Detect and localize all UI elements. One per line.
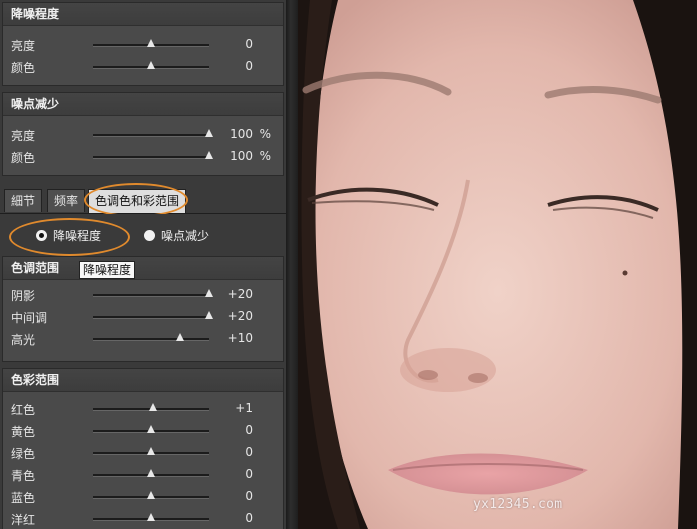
slider-label: 颜色: [11, 61, 36, 75]
slider-row-luminance: 亮度 100 %: [3, 123, 283, 145]
section-title: 降噪程度: [3, 3, 283, 26]
watermark-text: yx12345.com: [473, 497, 563, 512]
slider-value: +10: [227, 331, 253, 345]
slider-row-luminance: 亮度 0: [3, 33, 283, 55]
slider-row-red: 红色 +1: [3, 397, 283, 419]
slider-value: 0: [245, 489, 253, 503]
section-color-range: 色彩范围 红色 +1 黄色 0 绿色 0 青色 0 蓝色 0 洋红 0: [2, 368, 284, 529]
slider-value: 0: [245, 467, 253, 481]
slider-track[interactable]: [93, 333, 209, 341]
slider-row-blue: 蓝色 0: [3, 485, 283, 507]
slider-thumb[interactable]: [147, 425, 155, 433]
slider-unit: %: [259, 149, 271, 163]
section-noise-reduce: 噪点减少 亮度 100 % 颜色 100 %: [2, 92, 284, 176]
noise-reduction-panel: 降噪程度 亮度 0 颜色 0 噪点减少 亮度 100 % 颜色 100 % 細节…: [0, 0, 286, 529]
section-title: 色调范围: [3, 257, 283, 280]
slider-value: 100: [230, 149, 253, 163]
slider-label: 亮度: [11, 129, 36, 143]
tab-frequency[interactable]: 频率: [47, 189, 86, 212]
radio-unselected-icon: [144, 230, 155, 241]
slider-row-magenta: 洋红 0: [3, 507, 283, 529]
tooltip: 降噪程度: [79, 261, 136, 279]
slider-thumb[interactable]: [147, 513, 155, 521]
slider-track[interactable]: [93, 129, 213, 137]
slider-row-color: 颜色 0: [3, 55, 283, 77]
tab-detail[interactable]: 細节: [4, 189, 43, 212]
mode-selector: 降噪程度 噪点减少: [0, 214, 286, 254]
slider-value: 0: [245, 445, 253, 459]
slider-label: 红色: [11, 403, 36, 417]
slider-row-color: 颜色 100 %: [3, 145, 283, 167]
slider-thumb[interactable]: [147, 447, 155, 455]
radio-label: 噪点减少: [161, 229, 210, 243]
slider-label: 高光: [11, 333, 36, 347]
slider-row-green: 绿色 0: [3, 441, 283, 463]
slider-thumb[interactable]: [147, 491, 155, 499]
section-title: 噪点减少: [3, 93, 283, 116]
slider-value: +20: [227, 309, 253, 323]
slider-track[interactable]: [93, 151, 213, 159]
slider-thumb[interactable]: [176, 333, 184, 341]
slider-track[interactable]: [93, 39, 209, 47]
slider-row-midtones: 中间调 +20: [3, 305, 283, 327]
slider-track[interactable]: [93, 61, 209, 69]
slider-row-highlights: 高光 +10: [3, 327, 283, 349]
tab-tone-color-range[interactable]: 色调色和彩范围: [88, 189, 187, 213]
slider-thumb[interactable]: [149, 403, 158, 411]
slider-label: 青色: [11, 469, 36, 483]
radio-noise-reduction[interactable]: 降噪程度: [36, 228, 101, 244]
slider-thumb[interactable]: [147, 61, 155, 69]
slider-value: 0: [245, 511, 253, 525]
slider-thumb[interactable]: [147, 469, 155, 477]
radio-selected-icon: [36, 230, 47, 241]
slider-row-yellow: 黄色 0: [3, 419, 283, 441]
slider-label: 洋红: [11, 513, 36, 527]
section-tone-range: 色调范围 阴影 +20 中间调 +20 高光 +10: [2, 256, 284, 362]
slider-track[interactable]: [93, 311, 213, 319]
slider-row-shadows: 阴影 +20: [3, 283, 283, 305]
slider-unit: %: [259, 127, 271, 141]
portrait-illustration: [298, 0, 697, 529]
slider-track[interactable]: [93, 491, 209, 499]
slider-value: +1: [235, 401, 253, 415]
slider-label: 绿色: [11, 447, 36, 461]
slider-track[interactable]: [93, 513, 209, 521]
tab-bar: 細节 频率 色调色和彩范围: [0, 185, 286, 214]
slider-value: 0: [245, 37, 253, 51]
slider-label: 蓝色: [11, 491, 36, 505]
slider-track[interactable]: [93, 403, 209, 411]
radio-label: 降噪程度: [53, 229, 102, 243]
slider-label: 亮度: [11, 39, 36, 53]
slider-label: 阴影: [11, 289, 36, 303]
slider-value: 100: [230, 127, 253, 141]
radio-noise-reduce[interactable]: 噪点减少: [144, 228, 209, 244]
panel-divider[interactable]: [286, 0, 298, 529]
preview-image: [298, 0, 697, 529]
section-noise-reduction: 降噪程度 亮度 0 颜色 0: [2, 2, 284, 86]
slider-value: 0: [245, 59, 253, 73]
slider-row-cyan: 青色 0: [3, 463, 283, 485]
slider-label: 中间调: [11, 311, 48, 325]
slider-label: 颜色: [11, 151, 36, 165]
section-title: 色彩范围: [3, 369, 283, 392]
slider-track[interactable]: [93, 447, 209, 455]
slider-track[interactable]: [93, 425, 209, 433]
slider-track[interactable]: [93, 289, 213, 297]
slider-value: 0: [245, 423, 253, 437]
slider-track[interactable]: [93, 469, 209, 477]
slider-thumb[interactable]: [147, 39, 155, 47]
slider-value: +20: [227, 287, 253, 301]
slider-label: 黄色: [11, 425, 36, 439]
